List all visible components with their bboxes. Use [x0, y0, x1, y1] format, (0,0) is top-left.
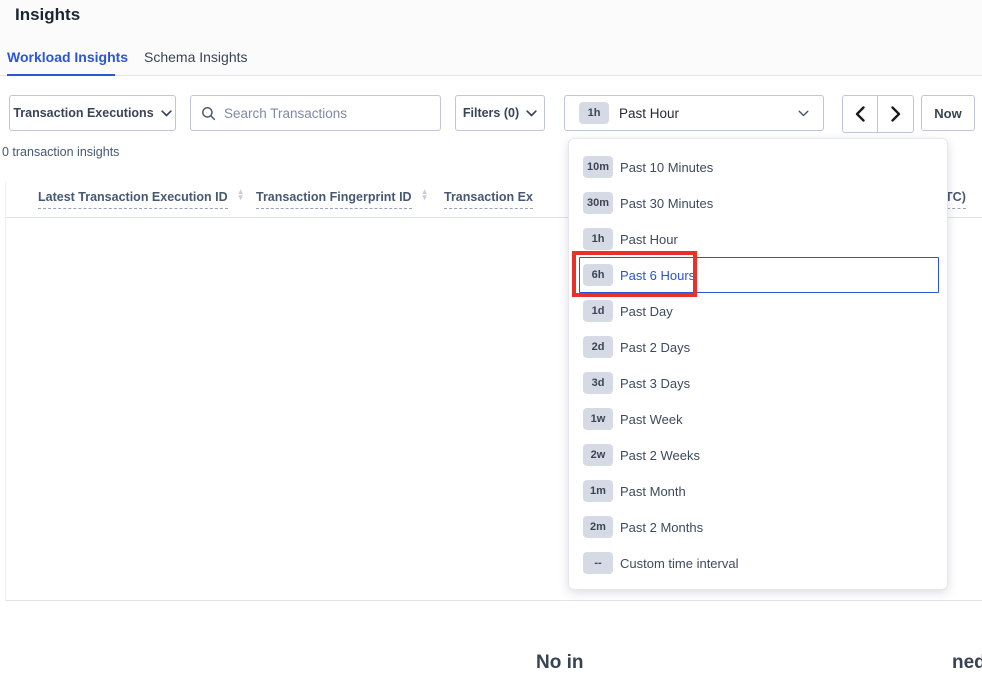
time-item-badge: 30m [583, 192, 613, 214]
next-time-button[interactable] [878, 96, 913, 132]
column-header[interactable]: Latest Transaction Execution ID ▲▼ [38, 190, 245, 209]
now-button[interactable]: Now [921, 95, 975, 131]
time-item-badge: 2w [583, 444, 613, 466]
empty-state-text-left: No in [536, 652, 584, 674]
time-dropdown-item[interactable]: 2w Past 2 Weeks [579, 437, 939, 473]
time-item-badge: 1m [583, 480, 613, 502]
time-item-badge: 1d [583, 300, 613, 322]
active-tab-underline [7, 74, 115, 76]
column-header[interactable]: Transaction Ex [444, 190, 533, 209]
chevron-right-icon [891, 106, 901, 122]
time-item-badge: 1h [583, 228, 613, 250]
time-item-label: Past 2 Weeks [620, 448, 700, 463]
time-item-label: Past Month [620, 484, 686, 499]
search-icon [201, 106, 216, 121]
time-item-label: Past 30 Minutes [620, 196, 713, 211]
time-range-trigger[interactable]: 1h Past Hour [564, 95, 824, 131]
time-dropdown-item[interactable]: 1m Past Month [579, 473, 939, 509]
time-item-label: Past Week [620, 412, 683, 427]
time-item-badge: 6h [583, 264, 613, 286]
time-step-buttons [842, 95, 914, 133]
tab-schema-insights[interactable]: Schema Insights [144, 49, 248, 65]
time-dropdown-item[interactable]: 1w Past Week [579, 401, 939, 437]
filters-label: Filters (0) [463, 106, 519, 120]
time-item-badge: 3d [583, 372, 613, 394]
time-dropdown-item[interactable]: 1h Past Hour [579, 221, 939, 257]
type-selector-label: Transaction Executions [13, 106, 153, 120]
column-header-label: Latest Transaction Execution ID [38, 190, 228, 209]
time-dropdown-item[interactable]: 2m Past 2 Months [579, 509, 939, 545]
time-dropdown-item[interactable]: 30m Past 30 Minutes [579, 185, 939, 221]
time-dropdown-item[interactable]: 3d Past 3 Days [579, 365, 939, 401]
time-item-label: Past Hour [620, 232, 678, 247]
sort-icon: ▲▼ [237, 189, 245, 201]
insights-count: 0 transaction insights [2, 145, 119, 159]
time-dropdown: 10m Past 10 Minutes 30m Past 30 Minutes … [568, 138, 948, 590]
chevron-down-icon [161, 110, 172, 117]
time-dropdown-item[interactable]: 10m Past 10 Minutes [579, 149, 939, 185]
column-header[interactable]: Transaction Fingerprint ID ▲▼ [256, 190, 429, 209]
time-item-label: Past 10 Minutes [620, 160, 713, 175]
time-item-label: Past Day [620, 304, 673, 319]
time-dropdown-item[interactable]: 6h Past 6 Hours [579, 257, 939, 293]
time-item-badge: -- [583, 552, 613, 574]
chevron-down-icon [798, 110, 809, 117]
filters-button[interactable]: Filters (0) [455, 95, 545, 131]
time-item-badge: 10m [583, 156, 613, 178]
time-item-label: Past 6 Hours [620, 268, 695, 283]
chevron-left-icon [855, 106, 865, 122]
search-box[interactable] [190, 95, 441, 131]
column-header-label: Transaction Ex [444, 190, 533, 209]
time-item-label: Past 2 Days [620, 340, 690, 355]
page-header: Insights Workload Insights Schema Insigh… [0, 0, 982, 76]
time-range-badge: 1h [579, 102, 609, 124]
time-item-badge: 2m [583, 516, 613, 538]
time-dropdown-item[interactable]: -- Custom time interval [579, 545, 939, 581]
search-input[interactable] [224, 106, 430, 121]
sort-icon: ▲▼ [421, 189, 429, 201]
empty-state-text-right: ned. [952, 652, 982, 674]
prev-time-button[interactable] [843, 96, 878, 132]
tab-workload-insights[interactable]: Workload Insights [7, 49, 128, 65]
time-range-label: Past Hour [619, 106, 679, 121]
time-item-label: Past 3 Days [620, 376, 690, 391]
column-header-label: Transaction Fingerprint ID [256, 190, 412, 209]
time-item-badge: 2d [583, 336, 613, 358]
time-item-label: Custom time interval [620, 556, 738, 571]
transaction-type-selector[interactable]: Transaction Executions [9, 95, 176, 131]
time-dropdown-item[interactable]: 2d Past 2 Days [579, 329, 939, 365]
chevron-down-icon [526, 110, 537, 117]
time-item-badge: 1w [583, 408, 613, 430]
time-item-label: Past 2 Months [620, 520, 703, 535]
time-dropdown-item[interactable]: 1d Past Day [579, 293, 939, 329]
page-title: Insights [15, 5, 80, 25]
